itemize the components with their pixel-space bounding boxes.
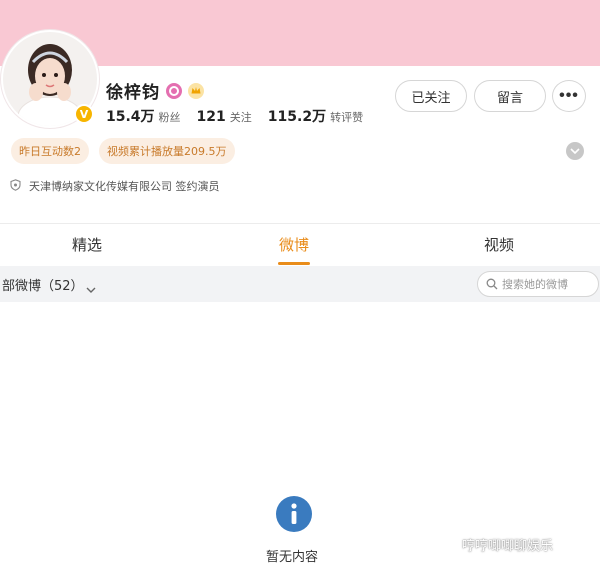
search-box[interactable] [477, 271, 599, 297]
weibo-filter-dropdown[interactable]: 部微博（52） [2, 275, 84, 294]
search-icon [486, 275, 498, 294]
profile-stats: 15.4万 粉丝 121 关注 115.2万 转评赞 [106, 106, 375, 126]
tab-video[interactable]: 视频 [484, 234, 514, 255]
profile-tags: 昨日互动数2 视频累计播放量209.5万 [11, 138, 235, 164]
company-text: 天津博纳家文化传媒有限公司 签约演员 [29, 180, 220, 193]
video-views-tag[interactable]: 视频累计播放量209.5万 [99, 138, 235, 164]
fans-count[interactable]: 15.4万 [106, 106, 155, 126]
shield-icon [10, 178, 21, 194]
interaction-tag[interactable]: 昨日互动数2 [11, 138, 89, 164]
following-count[interactable]: 121 [197, 109, 226, 125]
active-tab-indicator [278, 262, 310, 265]
more-options-button[interactable]: ••• [552, 80, 586, 112]
member-badge-icon[interactable] [166, 82, 182, 99]
chevron-down-icon[interactable] [86, 278, 96, 297]
expand-chevron-icon[interactable] [566, 142, 584, 160]
likes-label: 转评赞 [330, 111, 364, 124]
empty-state-text: 暂无内容 [266, 550, 319, 565]
watermark-text: 哼哼唧唧聊娱乐 [462, 539, 554, 554]
search-input[interactable] [502, 277, 592, 291]
followed-button[interactable]: 已关注 [395, 80, 467, 112]
name-row: 徐梓钧 [106, 78, 204, 103]
watermark: 哼哼唧唧聊娱乐 [447, 535, 553, 554]
following-label[interactable]: 关注 [230, 109, 252, 125]
likes-count: 115.2万 [267, 109, 327, 125]
crown-icon[interactable] [188, 82, 204, 99]
tab-featured[interactable]: 精选 [72, 234, 102, 255]
tab-weibo[interactable]: 微博 [279, 234, 309, 255]
user-name: 徐梓钧 [106, 83, 160, 103]
watermark-logo-icon [447, 536, 459, 553]
fans-label[interactable]: 粉丝 [159, 109, 181, 125]
info-icon [276, 496, 312, 532]
content-tabs: 精选 微博 视频 [0, 224, 600, 265]
message-button[interactable]: 留言 [474, 80, 546, 112]
filter-bar: 部微博（52） [0, 266, 600, 302]
company-info: 天津博纳家文化传媒有限公司 签约演员 [10, 178, 220, 194]
verified-badge-icon: V [74, 104, 94, 124]
